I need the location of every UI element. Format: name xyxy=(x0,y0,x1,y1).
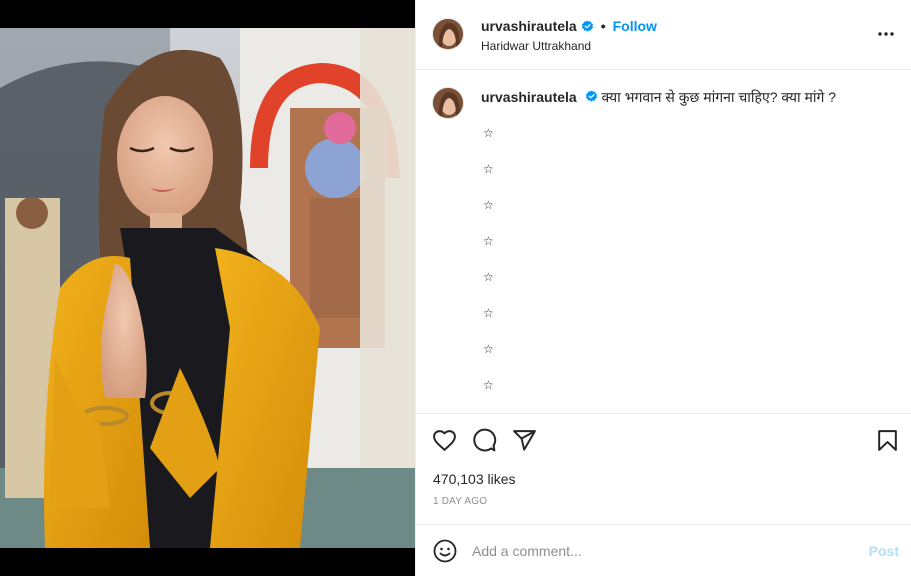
star-line: ☆ xyxy=(483,198,494,212)
caption-area: urvashirautela क्या भगवान से कुछ मांगना … xyxy=(416,71,911,413)
star-line: ☆ xyxy=(483,270,494,284)
avatar-image xyxy=(433,19,463,49)
bookmark-icon[interactable] xyxy=(875,428,901,454)
action-bar xyxy=(432,428,901,454)
caption-username[interactable]: urvashirautela xyxy=(481,89,577,105)
likes-count[interactable]: 470,103 likes xyxy=(433,471,516,487)
post-image xyxy=(0,28,415,548)
user-line: urvashirautela • Follow xyxy=(481,18,657,34)
location-link[interactable]: Haridwar Uttrakhand xyxy=(481,39,591,53)
caption: urvashirautela क्या भगवान से कुछ मांगना … xyxy=(481,88,895,106)
star-line: ☆ xyxy=(483,126,494,140)
actions-section: 470,103 likes 1 DAY AGO xyxy=(416,413,911,525)
comment-icon[interactable] xyxy=(472,428,498,454)
star-line: ☆ xyxy=(483,162,494,176)
post-photo[interactable] xyxy=(0,28,415,548)
avatar[interactable] xyxy=(432,18,464,50)
post-details-panel: urvashirautela • Follow Haridwar Uttrakh… xyxy=(415,0,911,576)
send-icon[interactable] xyxy=(512,428,538,454)
caption-star-lines: ☆ ☆ ☆ ☆ ☆ ☆ ☆ ☆ xyxy=(483,125,494,413)
post-timestamp[interactable]: 1 DAY AGO xyxy=(433,496,487,507)
emoji-icon[interactable] xyxy=(433,539,457,563)
caption-avatar-image xyxy=(433,88,463,118)
username[interactable]: urvashirautela xyxy=(481,18,577,34)
verified-badge-icon xyxy=(585,89,598,102)
heart-icon[interactable] xyxy=(432,428,458,454)
more-horizontal-icon[interactable] xyxy=(877,22,895,46)
comment-input[interactable] xyxy=(472,538,852,564)
post-media xyxy=(0,0,415,576)
follow-button[interactable]: Follow xyxy=(613,18,657,34)
comment-composer: Post xyxy=(416,526,911,576)
star-line: ☆ xyxy=(483,378,494,392)
post-header: urvashirautela • Follow Haridwar Uttrakh… xyxy=(416,0,911,70)
verified-badge-icon xyxy=(581,19,594,33)
separator-dot: • xyxy=(600,18,606,34)
post-comment-button[interactable]: Post xyxy=(869,543,899,559)
star-line: ☆ xyxy=(483,342,494,356)
star-line: ☆ xyxy=(483,306,494,320)
star-line: ☆ xyxy=(483,234,494,248)
caption-text: क्या भगवान से कुछ मांगना चाहिए? क्या मां… xyxy=(601,89,837,105)
caption-avatar[interactable] xyxy=(432,87,464,119)
